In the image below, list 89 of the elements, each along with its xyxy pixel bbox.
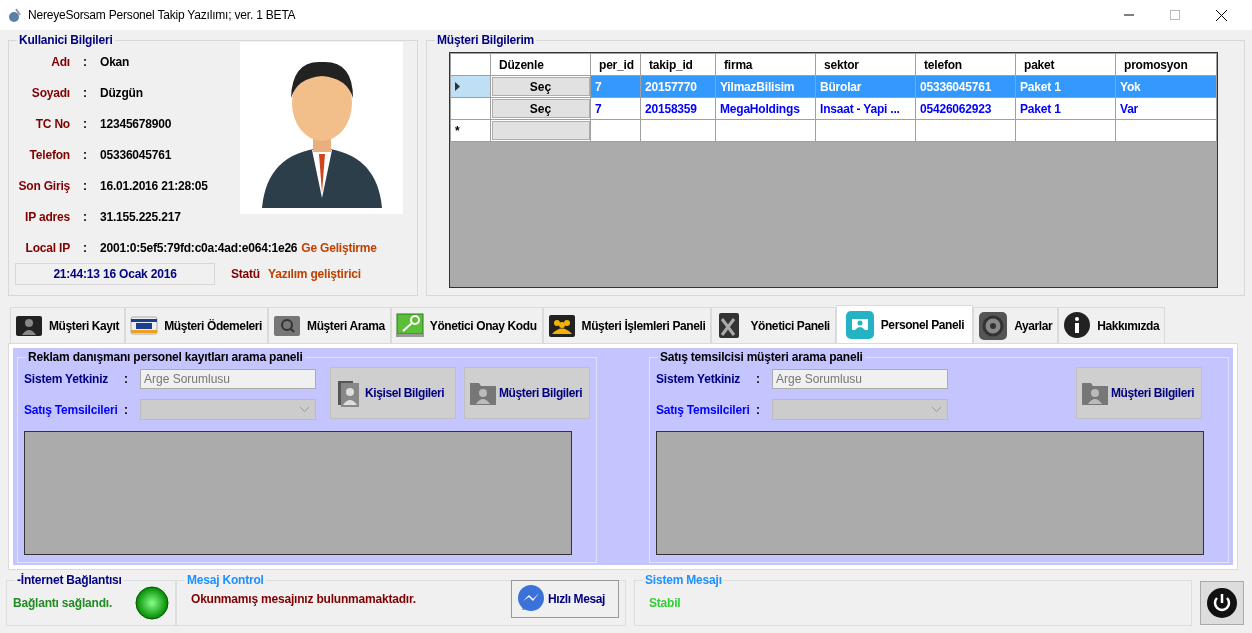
tab[interactable]: Yönetici Onay Kodu: [390, 307, 543, 343]
field-label: TC No: [34, 115, 70, 133]
group-title: -İnternet Bağlantısı: [16, 574, 123, 586]
separator: :: [82, 84, 88, 102]
connection-text: Bağlantı sağlandı.: [13, 595, 113, 612]
column-header: firma: [715, 53, 816, 76]
table-cell: MegaHoldings: [715, 97, 816, 120]
field-label: Adı: [50, 53, 70, 71]
person-card-icon: [844, 309, 875, 340]
group-title: Kullanici Bilgileri: [18, 34, 114, 46]
maximize-icon: [1170, 10, 1180, 20]
column-header: per_id: [590, 53, 641, 76]
app-icon: [6, 7, 22, 23]
group-title: Mesaj Kontrol: [186, 574, 265, 586]
table-cell: Paket 1: [1015, 97, 1116, 120]
table-cell: 20158359: [640, 97, 716, 120]
tab[interactable]: Müşteri Ödemeleri: [125, 307, 269, 343]
separator: :: [124, 401, 129, 419]
tab[interactable]: Yönetici Paneli: [711, 307, 836, 343]
field-label: Son Giriş: [17, 177, 70, 195]
column-header: paket: [1015, 53, 1116, 76]
field-value: 31.155.225.217: [100, 208, 181, 226]
group-title: Sistem Mesajı: [644, 574, 723, 586]
column-header: telefon: [915, 53, 1016, 76]
caret-icon: [932, 407, 941, 412]
field-label: Telefon: [28, 146, 70, 164]
info-icon: [1063, 310, 1092, 341]
separator: :: [82, 146, 88, 164]
table-cell: 05426062923: [915, 97, 1016, 120]
field-label: Sistem Yetkiniz: [24, 370, 110, 388]
column-header: Düzenle: [490, 53, 591, 76]
group-title: Müşteri Bilgilerim: [436, 34, 536, 46]
customer-info-button[interactable]: Müşteri Bilgileri: [1076, 367, 1202, 419]
column-header: sektor: [815, 53, 916, 76]
field-label: Satış Temsilcileri: [656, 401, 751, 419]
message-text: Okunmamış mesajınız bulunmamaktadır.: [191, 591, 416, 608]
column-header: promosyon: [1115, 53, 1217, 76]
row-header[interactable]: [450, 75, 491, 98]
separator: :: [82, 177, 88, 195]
group-title: Satış temsilcisi müşteri arama paneli: [659, 351, 864, 363]
customer-info-button[interactable]: Müşteri Bilgileri: [464, 367, 590, 419]
power-button[interactable]: [1200, 581, 1244, 625]
field-label: Soyadı: [30, 84, 70, 102]
system-status-text: Stabil: [649, 595, 682, 612]
field-label: Local IP: [24, 239, 70, 257]
chat-bubble-icon: [516, 584, 546, 614]
row-header[interactable]: [450, 97, 491, 120]
field-value: 2001:0:5ef5:79fd:c0a:4ad:e064:1e26: [100, 239, 298, 257]
row-pointer-icon: [455, 82, 460, 91]
status-value: Yazılım geliştirici: [268, 266, 361, 283]
table-cell: Insaat - Yapi ...: [815, 97, 916, 120]
field-value: 12345678900: [100, 115, 172, 133]
separator: :: [756, 401, 761, 419]
field-value: 05336045761: [100, 146, 172, 164]
field-value: 16.01.2016 21:28:05: [100, 177, 208, 195]
close-icon: [1215, 9, 1227, 21]
clock-text: 21:44:13 16 Ocak 2016: [15, 263, 215, 285]
field-label: IP adres: [24, 208, 70, 226]
tab[interactable]: Müşteri İşlemleri Paneli: [542, 307, 712, 343]
separator: :: [756, 370, 761, 388]
separator: :: [82, 115, 88, 133]
field-value: Düzgün: [100, 84, 143, 102]
separator: :: [82, 53, 88, 71]
tab[interactable]: Ayarlar: [973, 307, 1059, 343]
separator: :: [82, 208, 88, 226]
power-icon: [1206, 587, 1238, 619]
tab[interactable]: Hakkımızda: [1058, 307, 1166, 343]
field-label: Sistem Yetkiniz: [656, 370, 742, 388]
tab[interactable]: Müşteri Arama: [268, 307, 391, 343]
group-title: Reklam danışmanı personel kayıtları arama paneli: [27, 351, 304, 363]
table-cell: Var: [1115, 97, 1217, 120]
quick-message-button[interactable]: Hızlı Mesaj: [511, 580, 619, 618]
caret-icon: [300, 407, 309, 412]
personal-info-button[interactable]: Kişisel Bilgileri: [330, 367, 456, 419]
tab[interactable]: Müşteri Kayıt: [10, 307, 126, 343]
field-label: Satış Temsilcileri: [24, 401, 119, 419]
column-header: takip_id: [640, 53, 716, 76]
window-title: NereyeSorsam Personel Takip Yazılımı; ver. 1 BETA: [28, 7, 296, 24]
select-button[interactable]: Seç: [491, 99, 590, 118]
field-value: Okan: [100, 53, 130, 71]
separator: :: [82, 239, 88, 257]
status-label: Statü: [231, 266, 260, 283]
tab[interactable]: Personel Paneli: [835, 305, 974, 343]
separator: :: [124, 370, 129, 388]
select-button[interactable]: Seç: [491, 77, 590, 96]
gear-icon: [978, 310, 1009, 341]
table-cell: 7: [590, 97, 641, 120]
row-marker: *: [450, 119, 491, 142]
department-text: Ge Geliştirme: [301, 239, 377, 257]
